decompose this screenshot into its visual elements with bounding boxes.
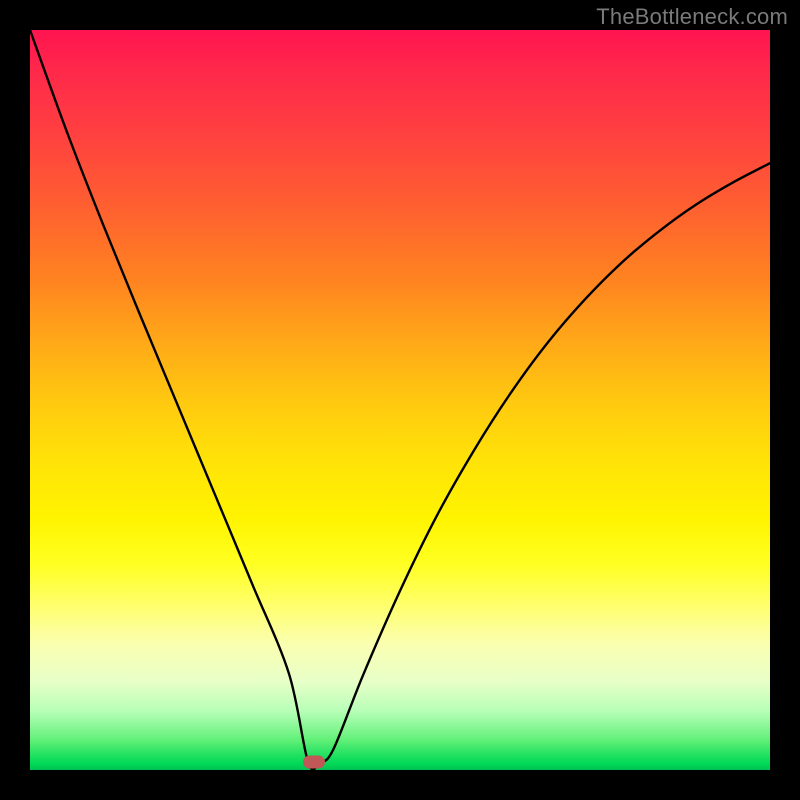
chart-frame: TheBottleneck.com	[0, 0, 800, 800]
plot-area	[30, 30, 770, 770]
minimum-marker	[303, 755, 325, 768]
watermark-text: TheBottleneck.com	[596, 4, 788, 30]
bottleneck-curve	[30, 30, 770, 770]
curve-path	[30, 30, 770, 770]
